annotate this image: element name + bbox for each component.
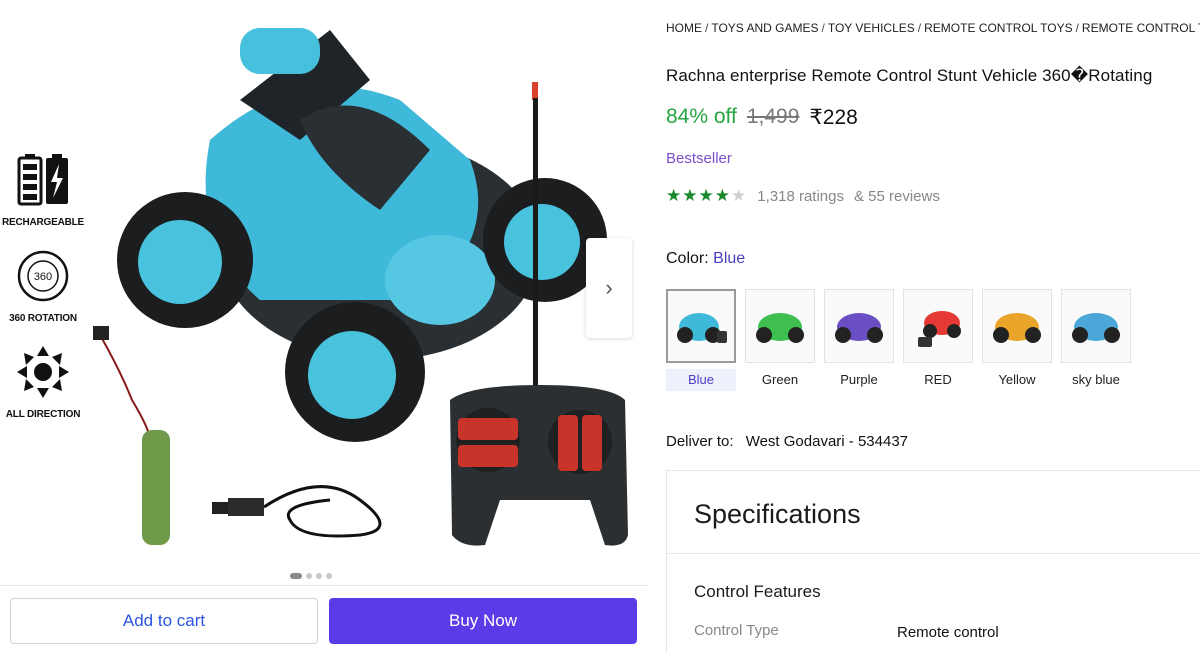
swatch-label: RED [924, 372, 952, 387]
breadcrumb-separator: / [917, 21, 922, 35]
breadcrumb-remote-control-toys[interactable]: REMOTE CONTROL TOYS [924, 21, 1072, 35]
swatch-label: Blue [666, 369, 736, 391]
swatch-thumbnail [666, 289, 736, 363]
color-option-red[interactable]: RED [903, 289, 973, 391]
product-gallery: RECHARGEABLE 360 360 ROTATION ALL DIRECT… [0, 0, 648, 653]
rotation-badge-text: 360 [34, 271, 52, 283]
pagination-dot[interactable] [326, 573, 332, 579]
breadcrumb-home[interactable]: HOME [666, 21, 702, 35]
breadcrumb-separator: / [705, 21, 709, 35]
next-image-button[interactable]: › [586, 238, 632, 338]
swatch-thumbnail [982, 289, 1052, 363]
feature-label: ALL DIRECTION [5, 409, 81, 420]
rotation-360-icon: 360 [17, 250, 69, 302]
breadcrumb-toy-vehicles[interactable]: TOY VEHICLES [828, 21, 915, 35]
buy-now-button[interactable]: Buy Now [329, 598, 637, 644]
breadcrumb-remote-control-toy-vehicles[interactable]: REMOTE CONTROL TOY V [1082, 21, 1200, 35]
breadcrumb-separator: / [1075, 21, 1079, 35]
price-row: 84% off 1,499 ₹228 [666, 105, 858, 130]
divider [667, 553, 1200, 554]
feature-360-rotation: 360 360 ROTATION [0, 248, 86, 324]
discount-percent: 84% off [666, 105, 737, 128]
feature-rechargeable: RECHARGEABLE [0, 152, 86, 228]
color-label: Color: Blue [666, 250, 745, 268]
color-option-yellow[interactable]: Yellow [982, 289, 1052, 391]
bestseller-badge: Bestseller [666, 150, 732, 167]
star-full-icon: ★ [698, 186, 715, 205]
breadcrumb-toys-and-games[interactable]: TOYS AND GAMES [711, 21, 818, 35]
product-image[interactable] [0, 0, 648, 570]
car-thumbnail-icon [756, 313, 804, 343]
swatch-thumbnail [903, 289, 973, 363]
pagination-dot[interactable] [306, 573, 312, 579]
pagination-dot[interactable] [290, 573, 302, 579]
car-thumbnail-icon [918, 311, 961, 347]
specifications-title: Specifications [694, 499, 861, 529]
delivery-location[interactable]: West Godavari - 534437 [746, 433, 908, 450]
color-swatches: Blue Green Purple RED Yellow sky blue [666, 289, 1131, 391]
breadcrumb: HOME / TOYS AND GAMES / TOY VEHICLES / REMOTE … [666, 21, 1200, 35]
swatch-thumbnail [824, 289, 894, 363]
swatch-label: sky blue [1072, 372, 1120, 387]
pagination-dot[interactable] [316, 573, 322, 579]
swatch-label: Yellow [998, 372, 1036, 387]
car-thumbnail-icon [1072, 313, 1120, 343]
delivery-info[interactable]: Deliver to: West Godavari - 534437 [666, 433, 908, 450]
star-full-icon: ★ [714, 186, 731, 205]
ratings-count[interactable]: 1,318 ratings [757, 188, 844, 205]
spec-key: Control Type [694, 622, 779, 639]
feature-label: 360 ROTATION [9, 313, 77, 324]
selected-color-value: Blue [713, 250, 746, 267]
feature-badges: RECHARGEABLE 360 360 ROTATION ALL DIRECT… [0, 152, 86, 440]
battery-illustration [93, 326, 170, 545]
product-title: Rachna enterprise Remote Control Stunt V… [666, 66, 1153, 85]
car-thumbnail-icon [993, 313, 1041, 343]
star-full-icon: ★ [682, 186, 699, 205]
all-direction-icon [17, 346, 69, 398]
reviews-count[interactable]: & 55 reviews [854, 188, 940, 205]
rating-row[interactable]: ★★★★★ 1,318 ratings & 55 reviews [666, 186, 940, 206]
feature-all-direction: ALL DIRECTION [0, 344, 86, 420]
breadcrumb-separator: / [821, 21, 825, 35]
specifications-card: Specifications Control Features Control … [666, 470, 1200, 653]
color-option-green[interactable]: Green [745, 289, 815, 391]
star-rating: ★★★★★ [666, 186, 747, 206]
spec-value: Remote control [897, 624, 999, 641]
star-empty-icon: ★ [731, 186, 748, 205]
add-to-cart-button[interactable]: Add to cart [10, 598, 318, 644]
image-pagination-dots [290, 573, 332, 579]
color-label-text: Color: [666, 250, 709, 267]
color-option-blue[interactable]: Blue [666, 289, 736, 391]
usb-cable-illustration [212, 485, 382, 538]
star-full-icon: ★ [666, 186, 683, 205]
color-option-purple[interactable]: Purple [824, 289, 894, 391]
swatch-label: Green [761, 372, 799, 387]
selling-price: ₹228 [809, 106, 858, 129]
battery-charge-icon [17, 154, 68, 206]
deliver-to-label: Deliver to: [666, 433, 734, 450]
original-price: 1,499 [746, 105, 800, 128]
swatch-thumbnail [745, 289, 815, 363]
color-option-sky-blue[interactable]: sky blue [1061, 289, 1131, 391]
swatch-thumbnail [1061, 289, 1131, 363]
car-thumbnail-icon [835, 313, 883, 343]
spec-section-title: Control Features [694, 582, 821, 601]
car-thumbnail-icon [677, 313, 727, 343]
action-bar: Add to cart Buy Now [0, 585, 648, 653]
feature-label: RECHARGEABLE [1, 217, 85, 228]
chevron-right-icon: › [605, 275, 613, 300]
product-details: HOME / TOYS AND GAMES / TOY VEHICLES / REMOTE … [648, 0, 1200, 653]
swatch-label: Purple [840, 372, 878, 387]
